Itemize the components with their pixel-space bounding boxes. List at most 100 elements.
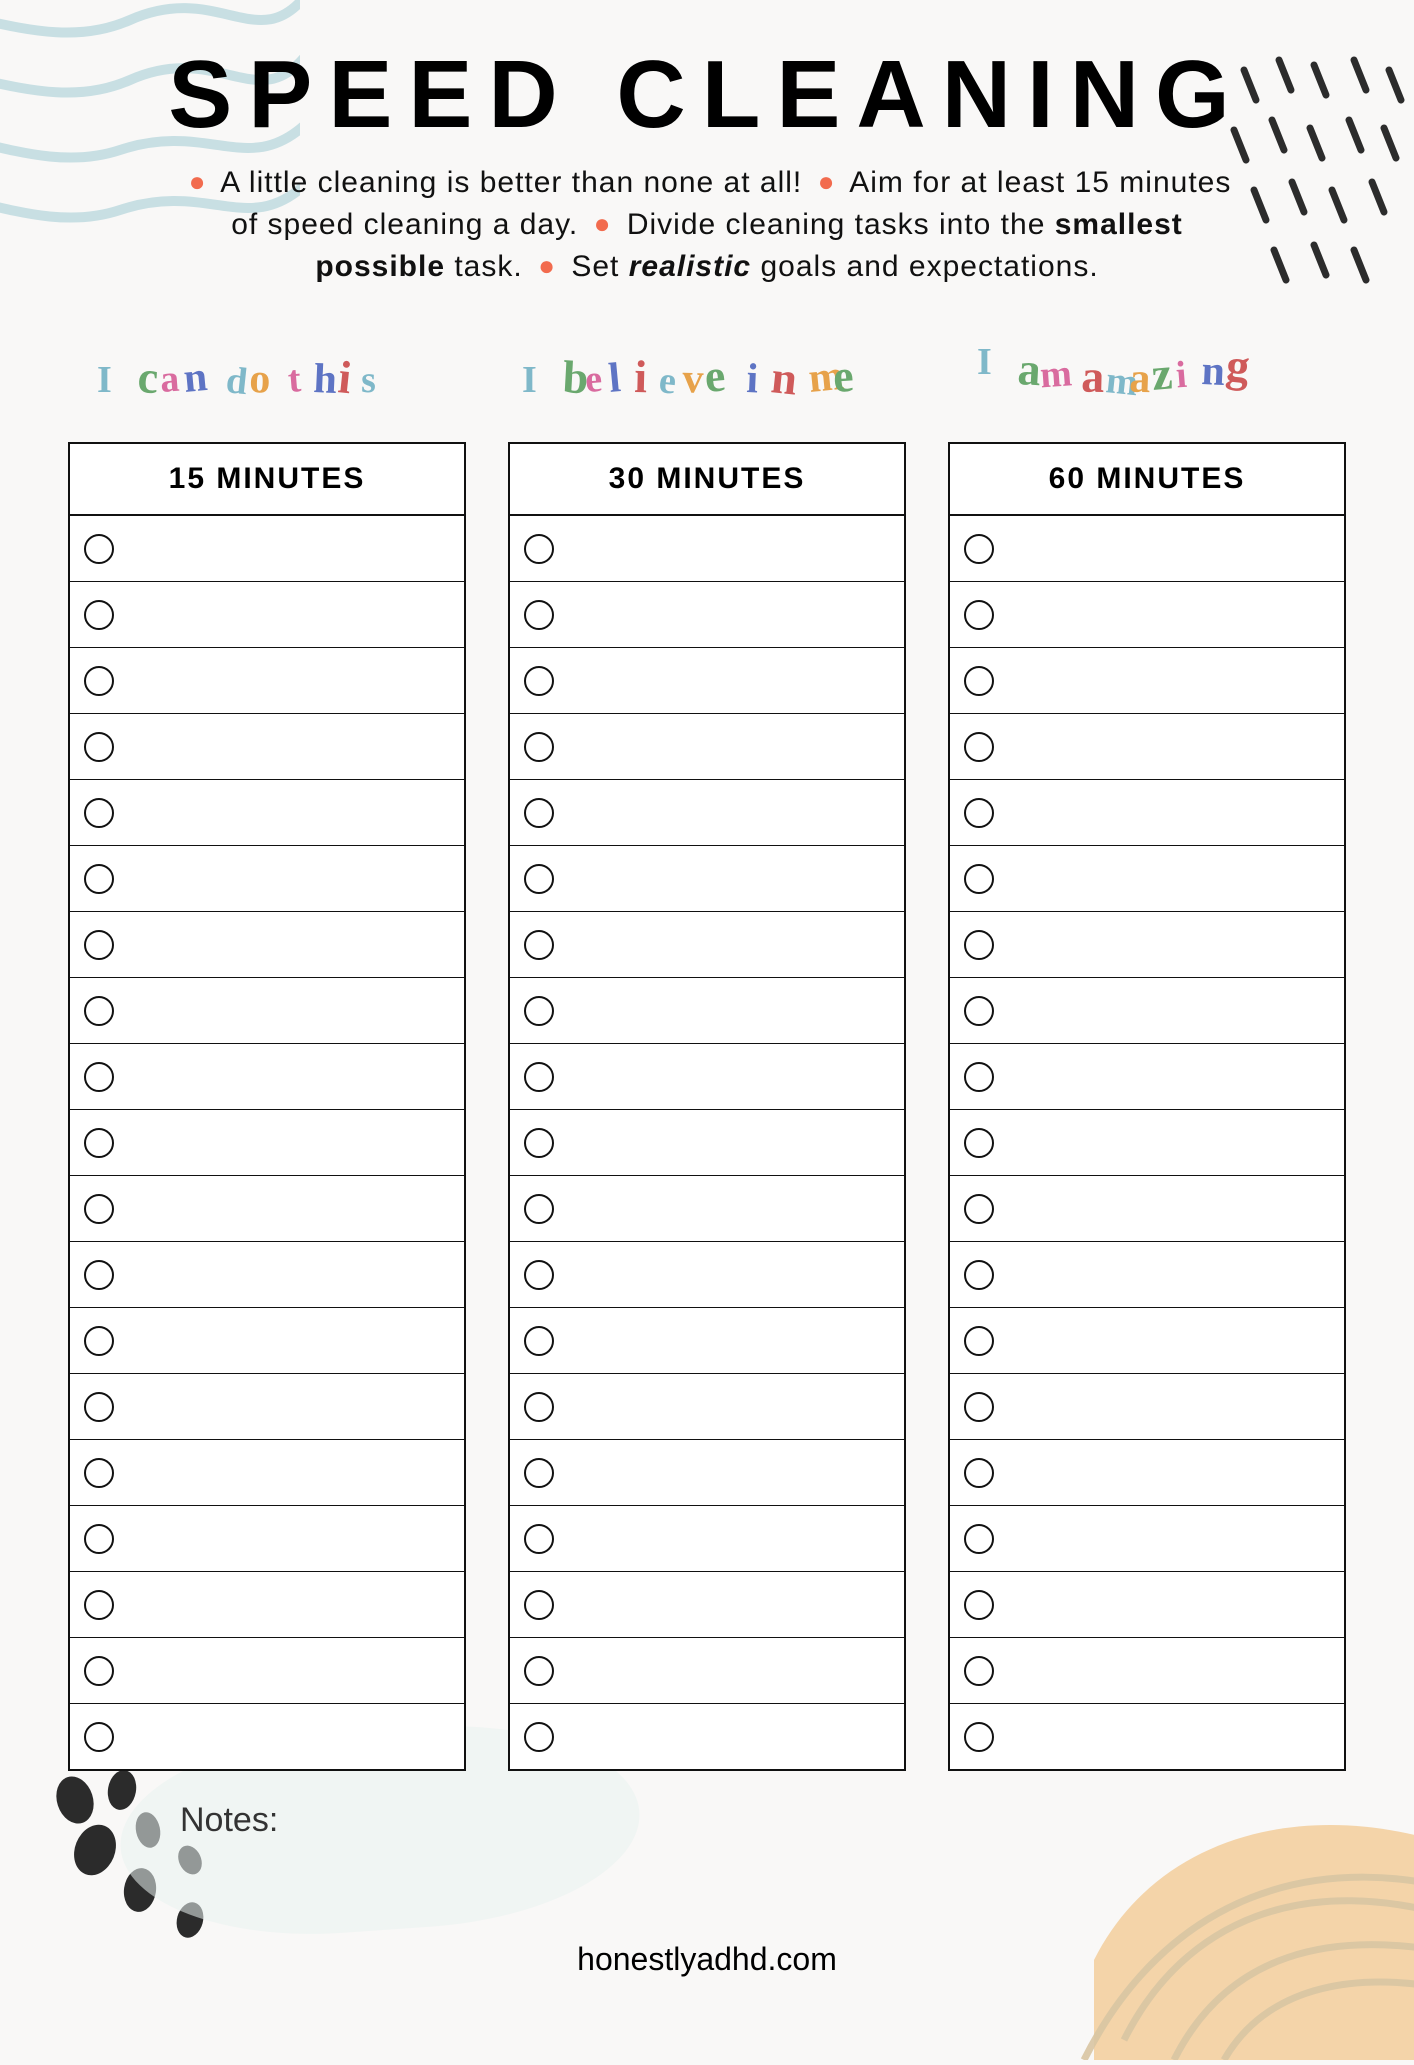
checklist-row[interactable]: [950, 1572, 1344, 1638]
checklist-row[interactable]: [510, 1638, 904, 1704]
checkbox-icon[interactable]: [84, 1260, 114, 1290]
checklist-row[interactable]: [70, 1572, 464, 1638]
checkbox-icon[interactable]: [964, 1392, 994, 1422]
checklist-row[interactable]: [70, 1638, 464, 1704]
checklist-row[interactable]: [950, 714, 1344, 780]
checklist-row[interactable]: [70, 780, 464, 846]
checkbox-icon[interactable]: [964, 1260, 994, 1290]
checklist-row[interactable]: [510, 978, 904, 1044]
checkbox-icon[interactable]: [524, 1392, 554, 1422]
checklist-row[interactable]: [510, 1044, 904, 1110]
checklist-row[interactable]: [950, 582, 1344, 648]
checklist-row[interactable]: [950, 648, 1344, 714]
checkbox-icon[interactable]: [964, 600, 994, 630]
checkbox-icon[interactable]: [84, 1326, 114, 1356]
checklist-row[interactable]: [70, 1704, 464, 1769]
checkbox-icon[interactable]: [84, 1656, 114, 1686]
checkbox-icon[interactable]: [964, 1062, 994, 1092]
checklist-row[interactable]: [950, 1176, 1344, 1242]
checkbox-icon[interactable]: [84, 798, 114, 828]
checklist-row[interactable]: [510, 846, 904, 912]
checkbox-icon[interactable]: [524, 666, 554, 696]
checklist-row[interactable]: [950, 1440, 1344, 1506]
checklist-row[interactable]: [510, 582, 904, 648]
checkbox-icon[interactable]: [964, 1194, 994, 1224]
checkbox-icon[interactable]: [84, 1062, 114, 1092]
checkbox-icon[interactable]: [524, 1194, 554, 1224]
checkbox-icon[interactable]: [964, 864, 994, 894]
checklist-row[interactable]: [70, 1440, 464, 1506]
checklist-row[interactable]: [70, 846, 464, 912]
checklist-row[interactable]: [950, 1110, 1344, 1176]
checkbox-icon[interactable]: [964, 666, 994, 696]
checklist-row[interactable]: [70, 714, 464, 780]
checkbox-icon[interactable]: [964, 1722, 994, 1752]
checkbox-icon[interactable]: [524, 1656, 554, 1686]
checkbox-icon[interactable]: [84, 864, 114, 894]
checklist-row[interactable]: [510, 1308, 904, 1374]
checklist-row[interactable]: [70, 1044, 464, 1110]
checkbox-icon[interactable]: [524, 864, 554, 894]
checkbox-icon[interactable]: [964, 1128, 994, 1158]
checklist-row[interactable]: [70, 516, 464, 582]
checkbox-icon[interactable]: [84, 1392, 114, 1422]
checkbox-icon[interactable]: [524, 600, 554, 630]
checklist-row[interactable]: [70, 1242, 464, 1308]
checklist-row[interactable]: [950, 1044, 1344, 1110]
checkbox-icon[interactable]: [524, 1524, 554, 1554]
checkbox-icon[interactable]: [84, 996, 114, 1026]
checkbox-icon[interactable]: [524, 798, 554, 828]
checkbox-icon[interactable]: [84, 1590, 114, 1620]
checkbox-icon[interactable]: [84, 1458, 114, 1488]
checkbox-icon[interactable]: [524, 732, 554, 762]
checklist-row[interactable]: [950, 1638, 1344, 1704]
checklist-row[interactable]: [70, 1506, 464, 1572]
checklist-row[interactable]: [950, 516, 1344, 582]
checklist-row[interactable]: [70, 1308, 464, 1374]
checkbox-icon[interactable]: [524, 996, 554, 1026]
checklist-row[interactable]: [510, 1572, 904, 1638]
checklist-row[interactable]: [510, 1176, 904, 1242]
notes-section[interactable]: Notes:: [180, 1801, 278, 1840]
checkbox-icon[interactable]: [84, 1128, 114, 1158]
checklist-row[interactable]: [950, 846, 1344, 912]
checkbox-icon[interactable]: [524, 1458, 554, 1488]
checklist-row[interactable]: [510, 1374, 904, 1440]
checkbox-icon[interactable]: [84, 666, 114, 696]
checkbox-icon[interactable]: [964, 1458, 994, 1488]
checklist-row[interactable]: [510, 1704, 904, 1769]
checklist-row[interactable]: [70, 1110, 464, 1176]
checkbox-icon[interactable]: [524, 1590, 554, 1620]
checklist-row[interactable]: [510, 1506, 904, 1572]
checklist-row[interactable]: [510, 1110, 904, 1176]
checklist-row[interactable]: [510, 1242, 904, 1308]
checklist-row[interactable]: [510, 780, 904, 846]
checklist-row[interactable]: [950, 978, 1344, 1044]
checkbox-icon[interactable]: [84, 732, 114, 762]
checkbox-icon[interactable]: [524, 534, 554, 564]
checkbox-icon[interactable]: [964, 1326, 994, 1356]
checkbox-icon[interactable]: [84, 1722, 114, 1752]
checklist-row[interactable]: [70, 1176, 464, 1242]
checkbox-icon[interactable]: [84, 1524, 114, 1554]
checklist-row[interactable]: [950, 1374, 1344, 1440]
checklist-row[interactable]: [70, 582, 464, 648]
checklist-row[interactable]: [510, 912, 904, 978]
checklist-row[interactable]: [70, 1374, 464, 1440]
checkbox-icon[interactable]: [524, 1128, 554, 1158]
checklist-row[interactable]: [70, 978, 464, 1044]
checkbox-icon[interactable]: [84, 1194, 114, 1224]
checklist-row[interactable]: [510, 714, 904, 780]
checkbox-icon[interactable]: [964, 930, 994, 960]
checkbox-icon[interactable]: [524, 930, 554, 960]
checklist-row[interactable]: [950, 1242, 1344, 1308]
checklist-row[interactable]: [950, 912, 1344, 978]
checklist-row[interactable]: [950, 1506, 1344, 1572]
checklist-row[interactable]: [510, 516, 904, 582]
checklist-row[interactable]: [70, 912, 464, 978]
checklist-row[interactable]: [510, 1440, 904, 1506]
checklist-row[interactable]: [950, 1704, 1344, 1769]
checkbox-icon[interactable]: [84, 600, 114, 630]
checkbox-icon[interactable]: [524, 1722, 554, 1752]
checkbox-icon[interactable]: [524, 1062, 554, 1092]
